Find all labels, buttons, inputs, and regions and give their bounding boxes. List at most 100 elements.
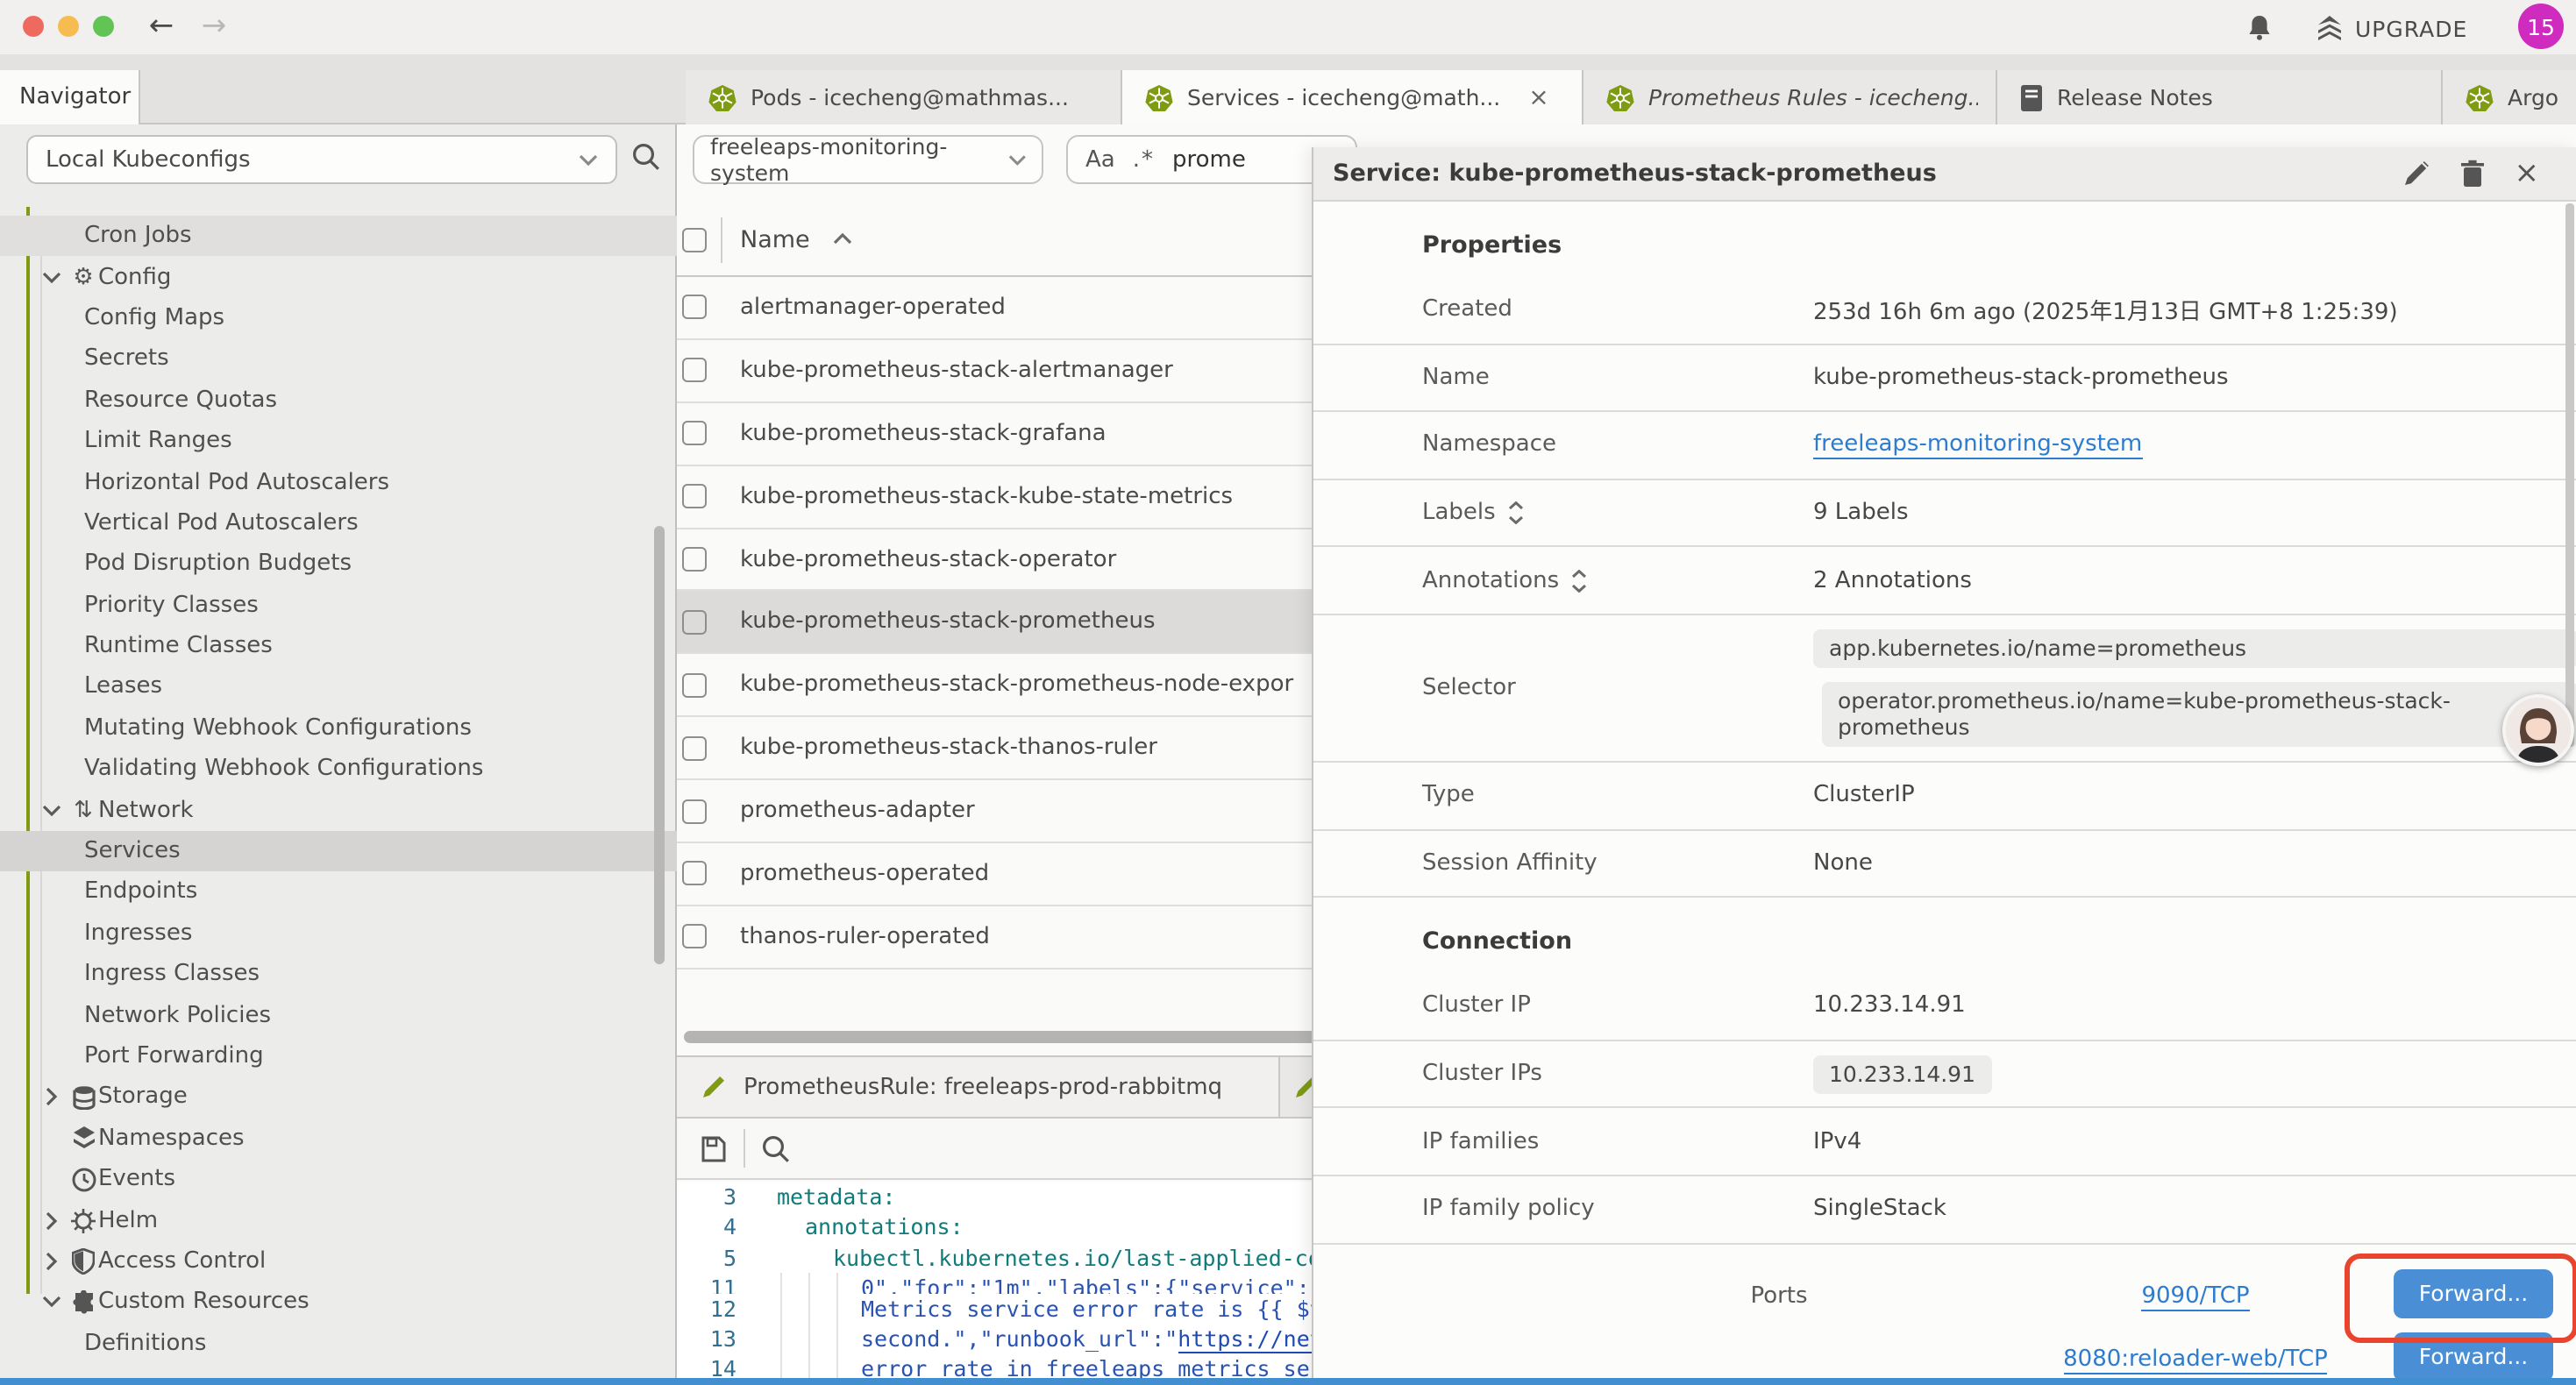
sidebar-item-storage[interactable]: Storage xyxy=(0,1076,677,1118)
upgrade-button[interactable]: UPGRADE xyxy=(2315,14,2467,42)
tab-5[interactable]: Argo Se xyxy=(2443,70,2576,124)
row-checkbox[interactable] xyxy=(682,862,707,886)
port-link[interactable]: 9090/TCP xyxy=(2141,1282,2249,1310)
port-link[interactable]: 8080:reloader-web/TCP xyxy=(2063,1346,2328,1374)
user-avatar[interactable] xyxy=(2502,694,2574,766)
port-line: 8080:reloader-web/TCPForward... xyxy=(1672,1328,2328,1385)
case-sensitive-toggle[interactable]: Aa xyxy=(1085,146,1115,173)
sidebar-item-validating-webhook-configurations[interactable]: Validating Webhook Configurations xyxy=(0,749,677,790)
sidebar-item-network[interactable]: ⇅Network xyxy=(0,790,677,831)
sidebar-item-events[interactable]: Events xyxy=(0,1159,677,1200)
panel-scrollbar[interactable] xyxy=(2565,203,2574,747)
row-checkbox[interactable] xyxy=(682,799,707,823)
sidebar-item-horizontal-pod-autoscalers[interactable]: Horizontal Pod Autoscalers xyxy=(0,462,677,503)
sidebar-scrollbar[interactable] xyxy=(654,526,665,964)
row-checkbox[interactable] xyxy=(682,547,707,572)
sidebar-item-limit-ranges[interactable]: Limit Ranges xyxy=(0,421,677,462)
navigator-panel-tab[interactable]: Navigator xyxy=(0,70,140,124)
expand-sorter-icon[interactable] xyxy=(1508,501,1524,524)
sidebar-item-label: Network Policies xyxy=(84,1002,271,1028)
editor-search-icon[interactable] xyxy=(761,1133,791,1163)
row-checkbox[interactable] xyxy=(682,610,707,635)
chevron-down-icon[interactable] xyxy=(39,1296,63,1309)
kubeconfig-selector[interactable]: Local Kubeconfigs xyxy=(26,135,617,184)
notification-badge[interactable]: 15 xyxy=(2518,4,2564,49)
chevron-right-icon[interactable] xyxy=(39,1211,63,1230)
regex-toggle[interactable]: .* xyxy=(1133,146,1155,173)
delete-trash-icon[interactable] xyxy=(2460,160,2485,188)
sidebar-item-vertical-pod-autoscalers[interactable]: Vertical Pod Autoscalers xyxy=(0,502,677,543)
row-checkbox[interactable] xyxy=(682,421,707,445)
sidebar-item-label: Cron Jobs xyxy=(84,223,192,249)
back-arrow-icon[interactable]: ← xyxy=(140,5,182,47)
sidebar: Local Kubeconfigs Cron Jobs ⚙ConfigConfig… xyxy=(0,124,677,1385)
line-code: metadata: xyxy=(737,1182,895,1212)
row-checkbox[interactable] xyxy=(682,673,707,698)
sidebar-item-config[interactable]: ⚙Config xyxy=(0,257,677,298)
bell-icon[interactable] xyxy=(2246,14,2273,42)
app-window: ← → UPGRADE 15 Navigator Pods - icecheng… xyxy=(0,0,2576,1385)
sidebar-search-icon[interactable] xyxy=(631,142,661,172)
sidebar-item-definitions[interactable]: Definitions xyxy=(0,1323,677,1364)
close-icon[interactable]: × xyxy=(1528,83,1548,111)
traffic-light-minimize-icon[interactable] xyxy=(58,16,79,37)
sidebar-item-mutating-webhook-configurations[interactable]: Mutating Webhook Configurations xyxy=(0,707,677,749)
edit-pencil-icon[interactable] xyxy=(2402,160,2430,188)
select-all-checkbox[interactable] xyxy=(682,227,707,252)
sidebar-item-ingresses[interactable]: Ingresses xyxy=(0,913,677,954)
sidebar-item-cron-jobs[interactable]: Cron Jobs xyxy=(0,216,677,257)
row-ports: Ports9090/TCPForward...8080:reloader-web… xyxy=(1313,1244,2576,1385)
sidebar-item-endpoints[interactable]: Endpoints xyxy=(0,872,677,913)
code-text: annotations: xyxy=(805,1214,964,1240)
line-code: kubectl.kubernetes.io/last-applied-co xyxy=(737,1242,1321,1273)
sidebar-item-leases[interactable]: Leases xyxy=(0,667,677,708)
chevron-down-icon xyxy=(1007,153,1026,166)
sidebar-item-secrets[interactable]: Secrets xyxy=(0,338,677,380)
row-checkbox[interactable] xyxy=(682,925,707,949)
sidebar-item-label: Namespaces xyxy=(98,1126,245,1152)
port-line: Ports9090/TCPForward... xyxy=(1750,1265,2249,1328)
sidebar-item-custom-resources[interactable]: Custom Resources xyxy=(0,1282,677,1323)
sidebar-item-runtime-classes[interactable]: Runtime Classes xyxy=(0,626,677,667)
forward-arrow-icon[interactable]: → xyxy=(193,5,235,47)
details-panel-title: Service: kube-prometheus-stack-prometheu… xyxy=(1333,160,1937,188)
sidebar-item-services[interactable]: Services xyxy=(0,831,677,872)
top-tabs: Pods - icecheng@mathmas...Services - ice… xyxy=(686,70,2576,124)
tab-4[interactable]: Release Notes xyxy=(1997,70,2443,124)
tab-3[interactable]: Prometheus Rules - icecheng... xyxy=(1583,70,1997,124)
service-name: kube-prometheus-stack-prometheus xyxy=(740,609,1156,636)
row-label-text: Cluster IPs xyxy=(1422,1061,1542,1087)
sidebar-item-resource-quotas[interactable]: Resource Quotas xyxy=(0,380,677,421)
save-icon[interactable] xyxy=(700,1135,726,1161)
chevron-down-icon[interactable] xyxy=(39,804,63,816)
tab-2[interactable]: Services - icecheng@math...× xyxy=(1122,70,1583,124)
sidebar-item-label: Ingresses xyxy=(84,920,192,947)
chevron-right-icon[interactable] xyxy=(39,1252,63,1271)
close-icon[interactable]: × xyxy=(2515,160,2540,188)
editor-tab[interactable]: PrometheusRule: freeleaps-prod-rabbitmq xyxy=(677,1057,1280,1117)
traffic-light-zoom-icon[interactable] xyxy=(93,16,114,37)
chevron-right-icon[interactable] xyxy=(39,1088,63,1107)
sidebar-item-network-policies[interactable]: Network Policies xyxy=(0,995,677,1036)
name-column-header[interactable]: Name xyxy=(740,225,810,253)
row-checkbox[interactable] xyxy=(682,484,707,508)
namespace-selector[interactable]: freeleaps-monitoring-system xyxy=(693,135,1043,184)
row-checkbox[interactable] xyxy=(682,295,707,320)
row-value: 10.233.14.91 xyxy=(1813,993,1966,1019)
sidebar-item-config-maps[interactable]: Config Maps xyxy=(0,298,677,339)
sidebar-item-namespaces[interactable]: Namespaces xyxy=(0,1118,677,1159)
sidebar-item-helm[interactable]: Helm xyxy=(0,1200,677,1241)
sidebar-item-access-control[interactable]: Access Control xyxy=(0,1241,677,1282)
tab-1[interactable]: Pods - icecheng@mathmas... xyxy=(686,70,1122,124)
sidebar-item-port-forwarding[interactable]: Port Forwarding xyxy=(0,1036,677,1077)
sidebar-item-pod-disruption-budgets[interactable]: Pod Disruption Budgets xyxy=(0,543,677,585)
row-checkbox[interactable] xyxy=(682,359,707,383)
sidebar-item-ingress-classes[interactable]: Ingress Classes xyxy=(0,954,677,995)
sidebar-item-priority-classes[interactable]: Priority Classes xyxy=(0,585,677,626)
chevron-down-icon[interactable] xyxy=(39,271,63,283)
sidebar-item-label: Network xyxy=(98,797,194,823)
traffic-light-close-icon[interactable] xyxy=(23,16,44,37)
expand-sorter-icon[interactable] xyxy=(1571,569,1587,592)
row-checkbox[interactable] xyxy=(682,735,707,760)
row-value-link[interactable]: freeleaps-monitoring-system xyxy=(1813,431,2142,459)
